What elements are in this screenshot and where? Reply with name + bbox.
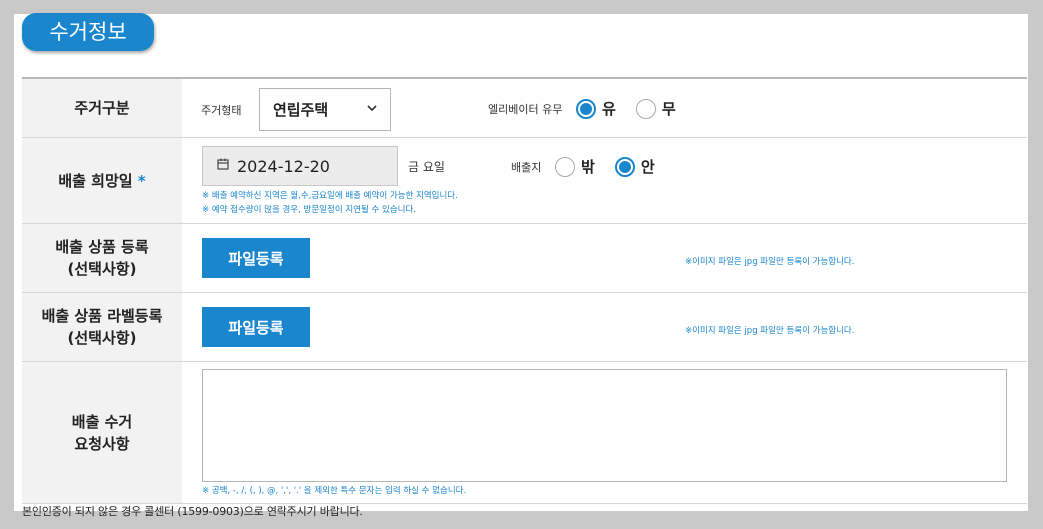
label-row: 배출 상품 라벨등록 (선택사항) 파일등록 ※이미지 파일은 jpg 파일만 … xyxy=(22,293,1027,362)
elevator-yes-label: 유 xyxy=(602,100,616,118)
date-note-2: ※ 예약 접수량이 많을 경우, 방문일정이 지연될 수 있습니다. xyxy=(202,205,417,215)
date-note-1: ※ 배출 예약하신 지역은 월,수,금요일에 배출 예약이 가능한 지역입니다. xyxy=(202,191,458,201)
elevator-label: 엘리베이터 유무 xyxy=(488,103,563,116)
date-value: 2024-12-20 xyxy=(237,156,330,176)
location-radio-group: 밖 안 xyxy=(555,156,675,177)
date-label-text: 배출 희망일 xyxy=(58,171,133,190)
label-file-note: ※이미지 파일은 jpg 파일만 등록이 가능합니다. xyxy=(685,326,855,336)
section-title-tab: 수거정보 xyxy=(22,13,154,51)
location-outside-radio[interactable] xyxy=(555,156,575,177)
chevron-down-icon xyxy=(366,102,378,118)
request-label-line2: 요청사항 xyxy=(74,434,130,453)
request-textarea[interactable] xyxy=(202,369,1007,482)
product-file-note: ※이미지 파일은 jpg 파일만 등록이 가능합니다. xyxy=(685,257,855,267)
product-label-line1: 배출 상품 등록 xyxy=(55,238,149,256)
footer-note: 본인인증이 되지 않은 경우 콜센터 (1599-0903)으로 연락주시기 바… xyxy=(22,505,363,518)
housing-type-label: 주거형태 xyxy=(201,104,242,117)
product-cell: 파일등록 ※이미지 파일은 jpg 파일만 등록이 가능합니다. xyxy=(182,224,1027,292)
housing-cell: 주거형태 연립주택 엘리베이터 유무 유 무 xyxy=(182,79,1027,137)
label-file-upload-button[interactable]: 파일등록 xyxy=(202,307,310,347)
day-of-week: 금 요일 xyxy=(408,160,445,174)
label-reg-label: 배출 상품 라벨등록 (선택사항) xyxy=(22,293,182,361)
elevator-no-label: 무 xyxy=(661,100,676,118)
product-row: 배출 상품 등록 (선택사항) 파일등록 ※이미지 파일은 jpg 파일만 등록… xyxy=(22,224,1027,293)
request-label: 배출 수거 요청사항 xyxy=(22,362,182,503)
housing-row: 주거구분 주거형태 연립주택 엘리베이터 유무 유 무 xyxy=(22,79,1027,138)
elevator-yes-radio[interactable] xyxy=(576,98,596,119)
housing-type-value: 연립주택 xyxy=(273,101,329,119)
request-note: ※ 공백, -, /, (, ), @, ',', '.' 을 제외한 특수 문… xyxy=(202,486,467,496)
elevator-no-radio[interactable] xyxy=(635,98,656,119)
housing-label: 주거구분 xyxy=(22,79,182,137)
product-label: 배출 상품 등록 (선택사항) xyxy=(22,224,182,292)
label-reg-cell: 파일등록 ※이미지 파일은 jpg 파일만 등록이 가능합니다. xyxy=(182,293,1027,361)
request-row: 배출 수거 요청사항 ※ 공백, -, /, (, ), @, ',', '.'… xyxy=(22,362,1027,504)
date-row: 배출 희망일 * 2024-12-20 금 요일 배출지 밖 안 ※ 배출 예약… xyxy=(22,138,1027,224)
request-label-line1: 배출 수거 xyxy=(71,412,133,431)
date-cell: 2024-12-20 금 요일 배출지 밖 안 ※ 배출 예약하신 지역은 월,… xyxy=(182,138,1027,223)
pickup-form: 주거구분 주거형태 연립주택 엘리베이터 유무 유 무 배출 희망일 * 202… xyxy=(22,77,1027,504)
location-inside-label: 안 xyxy=(640,158,655,176)
location-label: 배출지 xyxy=(511,161,542,174)
request-cell: ※ 공백, -, /, (, ), @, ',', '.' 을 제외한 특수 문… xyxy=(182,362,1027,503)
elevator-radio-group: 유 무 xyxy=(576,98,696,119)
calendar-icon xyxy=(217,158,229,174)
date-picker-field[interactable]: 2024-12-20 xyxy=(202,146,398,186)
location-inside-radio[interactable] xyxy=(614,156,635,177)
location-outside-label: 밖 xyxy=(581,158,595,176)
date-label: 배출 희망일 * xyxy=(22,138,182,223)
label-reg-label-line1: 배출 상품 라벨등록 xyxy=(41,307,163,325)
required-mark: * xyxy=(137,171,146,190)
product-label-line2: (선택사항) xyxy=(67,260,137,278)
label-reg-label-line2: (선택사항) xyxy=(67,329,137,347)
product-file-upload-button[interactable]: 파일등록 xyxy=(202,238,310,278)
housing-type-select[interactable]: 연립주택 xyxy=(259,88,391,131)
